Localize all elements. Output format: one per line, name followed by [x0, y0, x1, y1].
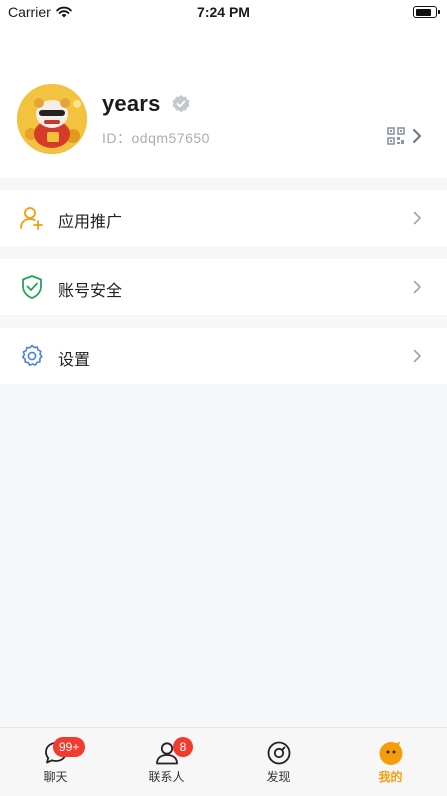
discover-icon: [267, 741, 290, 765]
tab-bar: 99+ 聊天 8 联系人 发现 我的: [0, 727, 447, 796]
tab-label: 联系人: [148, 770, 185, 784]
contacts-badge: 8: [173, 737, 193, 757]
profile-header[interactable]: years ID：odqm57650: [0, 24, 447, 178]
battery-icon: [413, 6, 440, 18]
tab-chat[interactable]: 99+ 聊天: [0, 728, 111, 796]
unread-badge: 99+: [53, 737, 86, 757]
verified-badge-icon: [172, 95, 190, 113]
tab-label: 发现: [266, 770, 291, 784]
menu-item-app-promotion[interactable]: 应用推广: [0, 190, 447, 246]
avatar-image: [17, 84, 87, 154]
chevron-right-icon: [413, 349, 421, 363]
menu-item-label: 账号安全: [58, 281, 123, 300]
avatar[interactable]: [17, 84, 87, 154]
menu-item-settings[interactable]: 设置: [0, 328, 447, 384]
tab-me[interactable]: 我的: [335, 728, 446, 796]
tab-contacts[interactable]: 8 联系人: [111, 728, 222, 796]
menu-item-label: 设置: [58, 350, 91, 369]
chevron-right-icon[interactable]: [412, 128, 422, 144]
tab-label: 我的: [378, 770, 403, 784]
username: years: [102, 91, 161, 116]
status-bar: Carrier 7:24 PM: [0, 0, 447, 24]
menu-item-account-security[interactable]: 账号安全: [0, 259, 447, 315]
gear-icon: [22, 344, 43, 366]
shield-check-icon: [22, 275, 42, 299]
user-id: ID：odqm57650: [102, 130, 210, 146]
qr-code-icon[interactable]: [387, 127, 405, 145]
me-face-icon: [379, 741, 402, 765]
chevron-right-icon: [413, 280, 421, 294]
chevron-right-icon: [413, 211, 421, 225]
tab-label: 聊天: [43, 770, 68, 784]
menu-item-label: 应用推广: [58, 212, 123, 231]
user-plus-icon: [20, 207, 43, 230]
tab-discover[interactable]: 发现: [223, 728, 334, 796]
status-time: 7:24 PM: [197, 4, 250, 20]
